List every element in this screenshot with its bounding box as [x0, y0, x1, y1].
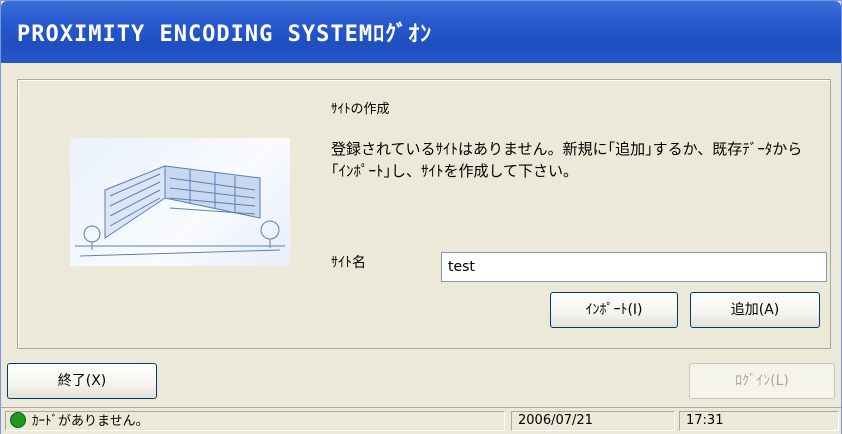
status-time: 17:31 [679, 411, 839, 431]
status-message-cell: ｶｰﾄﾞがありません。 [5, 411, 505, 431]
site-creation-panel: ｻｲﾄの作成 登録されているｻｲﾄはありません。新規に｢追加｣するか、既存ﾃﾞｰ… [17, 79, 831, 349]
import-button[interactable]: ｲﾝﾎﾟｰﾄ(I) [550, 292, 678, 328]
window-title: PROXIMITY ENCODING SYSTEMﾛｸﾞｵﾝ [17, 22, 433, 47]
info-message: 登録されているｻｲﾄはありません。新規に｢追加｣するか、既存ﾃﾞｰﾀから｢ｲﾝﾎ… [331, 140, 803, 180]
status-bar: ｶｰﾄﾞがありません。 2006/07/21 17:31 [1, 407, 841, 434]
section-title: ｻｲﾄの作成 [331, 102, 390, 117]
title-bar[interactable]: PROXIMITY ENCODING SYSTEMﾛｸﾞｵﾝ [1, 1, 841, 63]
login-button[interactable]: ﾛｸﾞｲﾝ(L) [689, 363, 835, 399]
status-message: ｶｰﾄﾞがありません。 [32, 414, 149, 429]
exit-button[interactable]: 終了(X) [7, 363, 157, 399]
status-light-icon [10, 412, 26, 428]
status-date: 2006/07/21 [511, 411, 675, 431]
building-illustration [70, 138, 290, 266]
add-button[interactable]: 追加(A) [690, 292, 820, 328]
site-name-input[interactable] [441, 252, 827, 282]
site-name-label: ｻｲﾄ名 [331, 255, 366, 271]
login-window: PROXIMITY ENCODING SYSTEMﾛｸﾞｵﾝ ｻｲﾄの作成 登録… [0, 0, 842, 434]
